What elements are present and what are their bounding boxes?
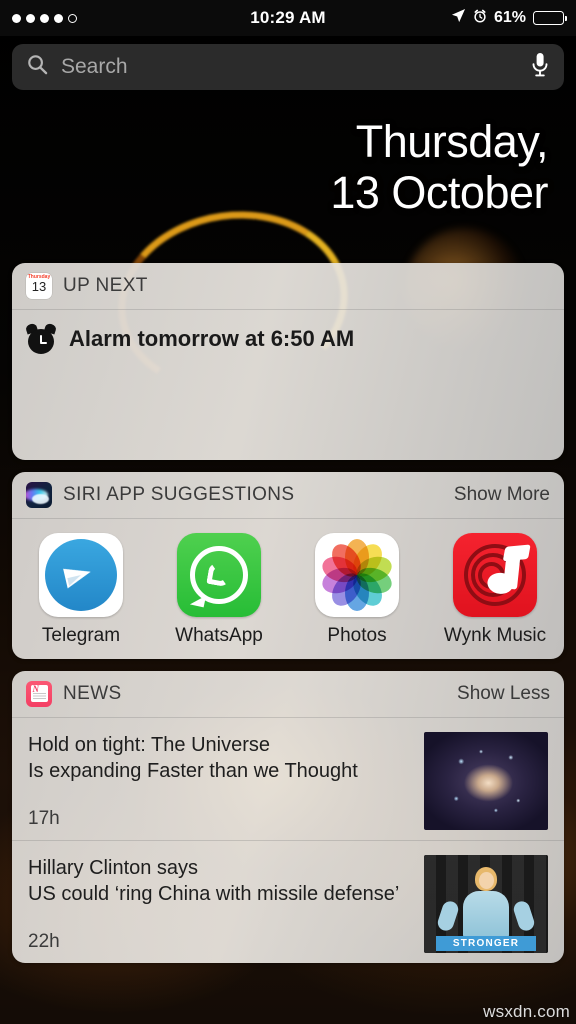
news-timestamp: 17h	[28, 807, 60, 829]
alarm-clock-icon	[473, 9, 487, 28]
thumbnail-banner-text: STRONGER	[452, 937, 520, 949]
siri-app-suggestions-widget[interactable]: SIRI APP SUGGESTIONS Show More Telegram …	[12, 471, 564, 659]
news-widget[interactable]: NEWS Show Less Hold on tight: The Univer…	[12, 670, 564, 963]
app-suggestion-wynk-music[interactable]: Wynk Music	[426, 532, 564, 647]
date-daymonth: 13 October	[330, 167, 548, 219]
news-text-block: Hillary Clinton says US could ‘ring Chin…	[28, 855, 412, 953]
date-weekday: Thursday,	[355, 116, 549, 167]
photos-icon	[315, 532, 399, 617]
status-bar-right-group: 61%	[451, 8, 568, 28]
up-next-body: Alarm tomorrow at 6:50 AM	[12, 310, 564, 460]
news-timestamp: 22h	[28, 930, 60, 952]
alarm-event-text: Alarm tomorrow at 6:50 AM	[69, 325, 355, 351]
news-icon	[26, 680, 52, 707]
alarm-clock-icon	[24, 322, 58, 354]
thumbnail-banner: STRONGER	[436, 935, 536, 951]
news-headline: Hold on tight: The Universe Is expanding…	[28, 732, 412, 785]
up-next-header: Thursday 13 UP NEXT	[12, 263, 564, 310]
app-label: Wynk Music	[443, 624, 547, 646]
news-header: NEWS Show Less	[12, 671, 564, 718]
app-label: Photos	[327, 624, 387, 646]
battery-percent-label: 61%	[493, 9, 526, 26]
up-next-widget[interactable]: Thursday 13 UP NEXT Alarm tomorrow at 6:…	[12, 262, 564, 460]
show-less-button[interactable]: Show Less	[457, 683, 550, 705]
siri-icon	[26, 481, 52, 508]
wynk-music-icon	[453, 532, 537, 617]
news-headline: Hillary Clinton says US could ‘ring Chin…	[28, 855, 412, 908]
app-suggestion-telegram[interactable]: Telegram	[12, 532, 150, 647]
battery-icon	[533, 11, 568, 25]
up-next-title: UP NEXT	[63, 274, 148, 296]
whatsapp-icon	[177, 532, 261, 617]
search-input[interactable]: Search	[61, 55, 518, 79]
siri-suggestions-header: SIRI APP SUGGESTIONS Show More	[12, 472, 564, 519]
news-title: NEWS	[63, 682, 122, 704]
news-thumbnail-galaxy	[424, 731, 548, 830]
watermark: wsxdn.com	[483, 1002, 570, 1021]
date-header: Thursday, 13 October	[0, 100, 576, 219]
status-bar: 10:29 AM 61%	[0, 0, 576, 36]
news-text-block: Hold on tight: The Universe Is expanding…	[28, 732, 412, 830]
news-thumbnail-hillary-clinton: STRONGER	[424, 854, 548, 953]
siri-suggestions-title: SIRI APP SUGGESTIONS	[63, 483, 295, 505]
microphone-icon[interactable]	[530, 52, 550, 83]
show-more-button[interactable]: Show More	[454, 484, 550, 506]
news-headline-line: Is expanding Faster than we Thought	[28, 759, 358, 782]
siri-app-grid: Telegram WhatsApp Photos Wynk Music	[12, 519, 564, 659]
app-label: Telegram	[41, 624, 121, 646]
news-list-item[interactable]: Hold on tight: The Universe Is expanding…	[12, 718, 564, 841]
app-label: WhatsApp	[175, 624, 263, 646]
app-suggestion-whatsapp[interactable]: WhatsApp	[150, 532, 288, 647]
news-headline-line: Hold on tight: The Universe	[28, 733, 270, 756]
search-bar[interactable]: Search	[12, 44, 564, 90]
app-suggestion-photos[interactable]: Photos	[288, 532, 426, 647]
telegram-icon	[39, 532, 123, 617]
search-icon	[26, 53, 49, 81]
news-headline-line: US could ‘ring China with missile defens…	[28, 882, 400, 905]
alarm-event-row[interactable]: Alarm tomorrow at 6:50 AM	[24, 322, 550, 354]
location-arrow-icon	[451, 8, 466, 28]
news-list-item[interactable]: Hillary Clinton says US could ‘ring Chin…	[12, 841, 564, 963]
calendar-icon: Thursday 13	[26, 272, 52, 299]
search-container: Search	[0, 36, 576, 100]
calendar-day: 13	[31, 278, 47, 294]
news-headline-line: Hillary Clinton says	[28, 856, 199, 879]
